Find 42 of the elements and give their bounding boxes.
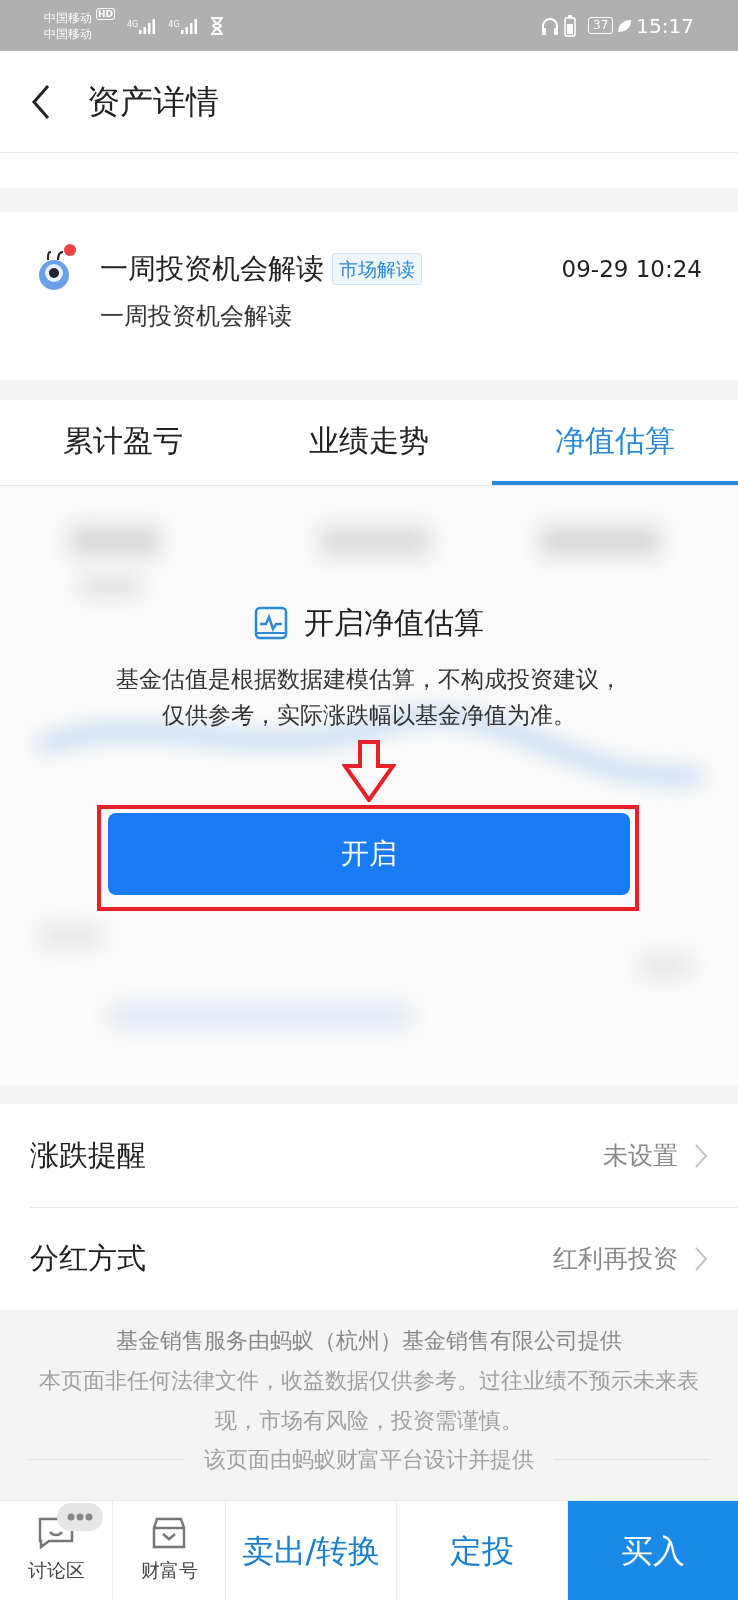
battery-level: 37: [588, 17, 614, 34]
news-title: 一周投资机会解读: [100, 251, 324, 287]
hourglass-icon: [209, 16, 224, 35]
bottom-nav-item[interactable]: 讨论区: [0, 1501, 113, 1600]
clock: 15:17: [636, 12, 694, 40]
page-title: 资产详情: [87, 80, 219, 123]
setting-value: 未设置: [603, 1139, 678, 1172]
platform-note: 该页面由蚂蚁财富平台设计并提供: [203, 1446, 535, 1474]
headphones-icon: [540, 15, 561, 36]
tab[interactable]: 累计盈亏: [0, 400, 246, 485]
network-label: 4G: [168, 18, 180, 31]
down-arrow-drawing: [342, 740, 396, 802]
disclaimer-text: 本页面非任何法律文件，收益数据仅供参考。过往业绩不预示未来表现，市场有风险，投资需谨慎。: [38, 1367, 700, 1435]
enable-button[interactable]: 开启: [108, 813, 630, 895]
setting-value: 红利再投资: [553, 1243, 678, 1276]
network-label: 4G: [127, 18, 139, 31]
signal-icon: [138, 16, 157, 35]
shop-icon: [150, 1516, 188, 1551]
news-card[interactable]: 一周投资机会解读 市场解读 09-29 10:24 一周投资机会解读: [0, 212, 738, 380]
provider-note: 基金销售服务由蚂蚁（杭州）基金销售有限公司提供: [116, 1327, 622, 1355]
setting-label: 分红方式: [30, 1240, 146, 1278]
signal-icon: [179, 16, 198, 35]
settings-row[interactable]: 分红方式 红利再投资: [30, 1207, 738, 1310]
tab[interactable]: 业绩走势: [246, 400, 492, 485]
chevron-right-icon: [694, 1246, 708, 1272]
back-icon[interactable]: [30, 83, 52, 120]
carrier-label: 中国移动: [44, 9, 92, 26]
more-dots-icon: [57, 1503, 103, 1531]
news-time: 09-29 10:24: [561, 254, 702, 284]
market-tag: 市场解读: [332, 253, 422, 285]
carrier-label: 中国移动: [44, 25, 92, 42]
settings-row[interactable]: 涨跌提醒 未设置: [30, 1104, 738, 1207]
battery-icon: [564, 14, 577, 37]
leaf-icon: [616, 17, 633, 34]
estimate-title: 开启净值估算: [304, 604, 484, 642]
action-button[interactable]: 买入: [568, 1501, 738, 1600]
chart-icon: [254, 605, 288, 640]
hd-badge: HD: [96, 8, 115, 20]
chevron-right-icon: [694, 1142, 708, 1169]
news-summary: 一周投资机会解读: [100, 301, 293, 332]
setting-label: 涨跌提醒: [30, 1136, 146, 1174]
estimate-description: 基金估值是根据数据建模估算，不构成投资建议，仅供参考，实际涨跌幅以基金净值为准。: [115, 665, 623, 730]
